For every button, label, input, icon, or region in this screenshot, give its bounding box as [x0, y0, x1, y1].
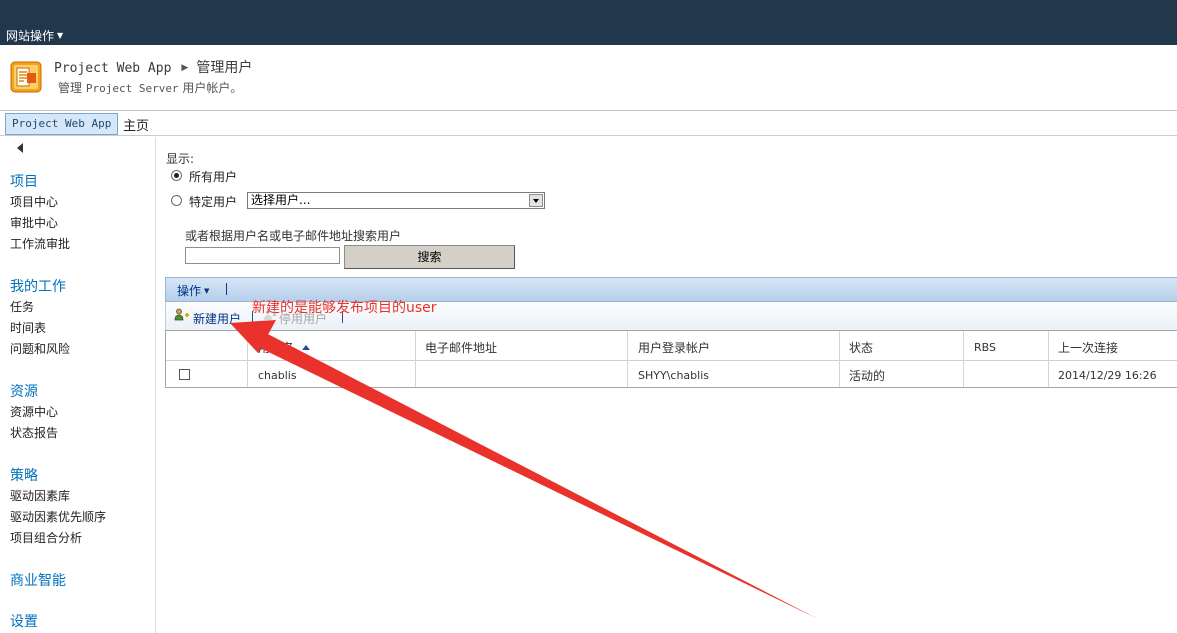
collapse-nav-icon[interactable]	[17, 143, 23, 153]
column-header-username[interactable]: 用户名	[258, 339, 311, 356]
nav-item-issues-risks[interactable]: 问题和风险	[10, 340, 70, 357]
chevron-down-icon: ▼	[57, 31, 64, 40]
column-header-last-connect[interactable]: 上一次连接	[1058, 339, 1118, 356]
nav-heading-projects[interactable]: 项目	[10, 171, 38, 191]
top-navigation: Project Web App 主页	[0, 110, 1177, 136]
radio-specific-users-label: 特定用户	[189, 195, 238, 209]
cell-username[interactable]: chablis	[258, 369, 297, 382]
column-header-status[interactable]: 状态	[849, 339, 873, 356]
actions-menu[interactable]: 操作 ▼	[177, 282, 209, 299]
nav-item-tasks[interactable]: 任务	[10, 298, 34, 315]
project-app-icon	[10, 61, 42, 93]
site-actions-label: 网站操作	[6, 29, 55, 43]
breadcrumb: Project Web App ▶ 管理用户	[54, 57, 252, 77]
search-button[interactable]: 搜索	[344, 245, 515, 269]
column-divider	[627, 331, 628, 387]
column-header-login-account[interactable]: 用户登录帐户	[638, 339, 710, 356]
nav-item-project-center[interactable]: 项目中心	[10, 193, 58, 210]
nav-item-timesheet[interactable]: 时间表	[10, 319, 46, 336]
row-select-checkbox[interactable]	[179, 369, 190, 380]
nav-heading-strategy[interactable]: 策略	[10, 465, 38, 485]
dropdown-arrow-icon[interactable]	[529, 194, 543, 207]
annotation-text: 新建的是能够发布项目的user	[252, 300, 437, 316]
tab-home[interactable]: 主页	[123, 115, 149, 134]
search-input[interactable]	[185, 247, 340, 264]
radio-all-users[interactable]	[171, 170, 182, 181]
page-title: 管理用户	[196, 60, 253, 76]
column-header-rbs[interactable]: RBS	[974, 341, 996, 354]
description-product: Project Server	[85, 82, 179, 95]
search-hint: 或者根据用户名或电子邮件地址搜索用户	[185, 229, 402, 243]
breadcrumb-app-link[interactable]: Project Web App	[54, 61, 171, 76]
toolbar-divider	[226, 283, 227, 295]
nav-item-status-reports[interactable]: 状态报告	[10, 424, 58, 441]
sort-ascending-icon	[302, 345, 311, 350]
cell-login-account: SHYY\chablis	[638, 369, 709, 382]
nav-heading-my-work[interactable]: 我的工作	[10, 276, 66, 296]
nav-heading-business-intelligence[interactable]: 商业智能	[10, 570, 66, 590]
grid-header: 用户名 电子邮件地址 用户登录帐户 状态 RBS 上一次连接	[166, 331, 1177, 361]
show-label: 显示:	[166, 152, 195, 166]
new-user-button[interactable]: 新建用户	[193, 310, 241, 327]
breadcrumb-separator-icon: ▶	[181, 63, 189, 73]
column-divider	[1048, 331, 1049, 387]
tab-project-web-app[interactable]: Project Web App	[5, 113, 119, 135]
nav-heading-resources[interactable]: 资源	[10, 381, 38, 401]
page-description: 管理 Project Server 用户帐户。	[58, 79, 242, 96]
user-select-value: 选择用户...	[251, 193, 311, 207]
nav-item-driver-prioritization[interactable]: 驱动因素优先顺序	[10, 508, 106, 525]
cell-status: 活动的	[849, 369, 886, 383]
column-header-username-label: 用户名	[258, 341, 295, 355]
description-prefix: 管理	[58, 81, 83, 95]
user-select-dropdown[interactable]: 选择用户...	[247, 192, 545, 209]
nav-item-portfolio-analyses[interactable]: 项目组合分析	[10, 529, 82, 546]
site-actions-menu[interactable]: 网站操作 ▼	[6, 27, 63, 44]
nav-item-driver-library[interactable]: 驱动因素库	[10, 487, 70, 504]
title-area: Project Web App ▶ 管理用户 管理 Project Server 用…	[0, 45, 1177, 110]
cell-last-connect: 2014/12/29 16:26	[1058, 369, 1157, 382]
nav-item-workflow-approvals[interactable]: 工作流审批	[10, 235, 70, 252]
description-suffix: 用户帐户。	[182, 81, 243, 95]
nav-item-resource-center[interactable]: 资源中心	[10, 403, 58, 420]
quick-launch-nav: 项目 项目中心 审批中心 工作流审批 我的工作 任务 时间表 问题和风险 资源 …	[0, 137, 156, 633]
actions-menu-label: 操作	[177, 284, 202, 298]
column-header-email[interactable]: 电子邮件地址	[425, 339, 497, 356]
column-divider	[247, 331, 248, 387]
radio-specific-users[interactable]	[171, 195, 182, 206]
top-ribbon: 网站操作 ▼	[0, 0, 1177, 45]
column-divider	[963, 331, 964, 387]
add-user-icon[interactable]	[174, 308, 190, 322]
users-grid: 用户名 电子邮件地址 用户登录帐户 状态 RBS 上一次连接 chablis S…	[165, 330, 1177, 388]
column-divider	[415, 331, 416, 387]
nav-heading-settings[interactable]: 设置	[10, 611, 38, 631]
chevron-down-icon: ▼	[204, 287, 210, 295]
column-divider	[839, 331, 840, 387]
nav-item-approval-center[interactable]: 审批中心	[10, 214, 58, 231]
radio-all-users-label: 所有用户	[189, 170, 238, 184]
